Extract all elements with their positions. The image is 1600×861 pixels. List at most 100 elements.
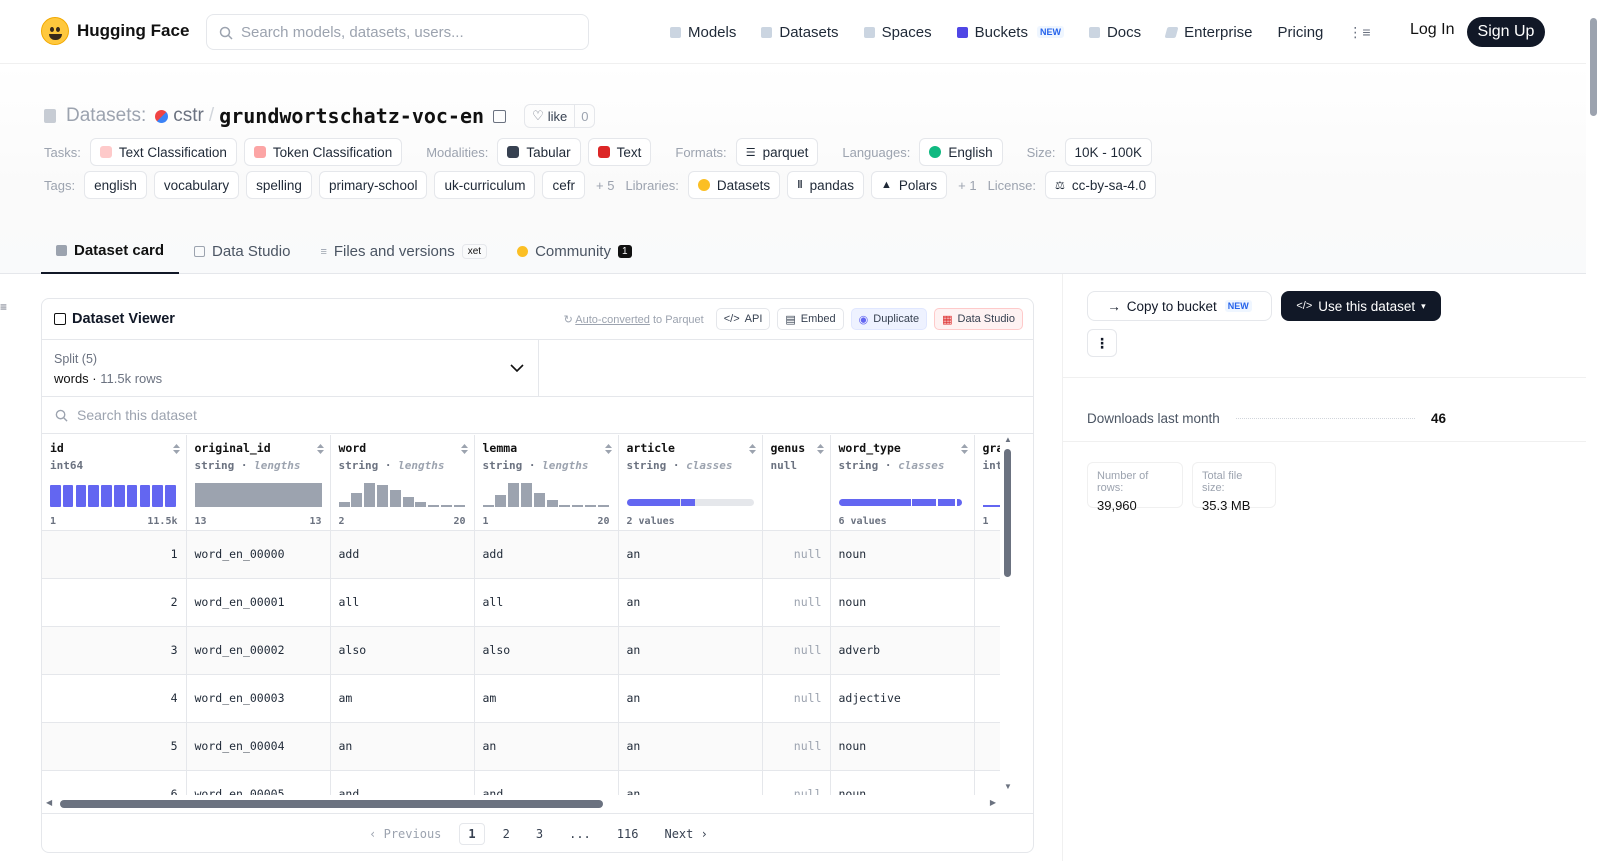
table-cell[interactable]: null	[762, 770, 831, 795]
nav-enterprise[interactable]: Enterprise	[1164, 24, 1253, 41]
table-cell[interactable]: an	[474, 722, 619, 771]
table-cell[interactable]: noun	[830, 722, 975, 771]
library-chip[interactable]: ▲ Polars	[870, 171, 948, 199]
table-cell[interactable]: 4	[42, 674, 187, 723]
table-cell[interactable]: null	[762, 626, 831, 675]
tab-files[interactable]: ≡ Files and versions xet	[305, 229, 502, 274]
use-dataset-button[interactable]: </> Use this dataset ▾	[1281, 291, 1441, 321]
column-header[interactable]: article string · classes 2 values	[618, 435, 763, 531]
api-button[interactable]: </> API	[715, 308, 771, 330]
table-cell[interactable]: word_en_00001	[186, 578, 331, 627]
table-cell[interactable]: and	[474, 770, 619, 795]
table-cell[interactable]: noun	[830, 578, 975, 627]
more-options-button[interactable]: ⋮	[1087, 329, 1117, 357]
sort-icon[interactable]	[172, 444, 180, 454]
table-cell[interactable]: add	[330, 530, 475, 579]
nav-pricing[interactable]: Pricing	[1278, 24, 1324, 41]
table-cell[interactable]: 2	[42, 578, 187, 627]
table-cell[interactable]: and	[330, 770, 475, 795]
table-cell[interactable]	[974, 530, 1000, 579]
like-button[interactable]: ♡ like 0	[524, 104, 596, 128]
table-cell[interactable]: add	[474, 530, 619, 579]
table-cell[interactable]: an	[618, 722, 763, 771]
page-button[interactable]: 2	[495, 824, 518, 844]
table-cell[interactable]: 5	[42, 722, 187, 771]
table-cell[interactable]: null	[762, 722, 831, 771]
table-cell[interactable]	[974, 770, 1000, 795]
repo-name[interactable]: grundwortschatz-voc-en	[219, 104, 484, 128]
modality-chip[interactable]: Tabular	[497, 138, 581, 166]
size-chip[interactable]: 10K - 100K	[1064, 138, 1153, 166]
tag-chip[interactable]: vocabulary	[153, 171, 240, 199]
scroll-down-icon[interactable]: ▼	[1004, 782, 1012, 791]
next-page-button[interactable]: Next ›	[656, 824, 715, 844]
table-cell[interactable]: am	[474, 674, 619, 723]
table-cell[interactable]: an	[618, 674, 763, 723]
table-cell[interactable]: word_en_00000	[186, 530, 331, 579]
nav-models[interactable]: Models	[670, 24, 736, 41]
auto-converted-link[interactable]: Auto-converted	[575, 314, 650, 326]
task-chip[interactable]: Text Classification	[89, 138, 237, 166]
embed-button[interactable]: ▤ Embed	[777, 308, 844, 330]
table-cell[interactable]: all	[330, 578, 475, 627]
vertical-scrollbar[interactable]: ▲ ▼	[1001, 435, 1015, 795]
vertical-scroll-thumb[interactable]	[1004, 449, 1011, 577]
login-link[interactable]: Log In	[1410, 21, 1454, 39]
sort-icon[interactable]	[816, 444, 824, 454]
column-header[interactable]: genus null	[762, 435, 831, 531]
table-cell[interactable]	[974, 578, 1000, 627]
sort-icon[interactable]	[460, 444, 468, 454]
page-scrollbar[interactable]	[1586, 0, 1600, 861]
tab-community[interactable]: Community 1	[502, 229, 646, 274]
org-link[interactable]: cstr	[173, 105, 204, 127]
modality-chip[interactable]: Text	[587, 138, 652, 166]
table-cell[interactable]: null	[762, 530, 831, 579]
horizontal-scrollbar[interactable]: ◀ ▶	[42, 795, 1000, 813]
table-cell[interactable]	[974, 626, 1000, 675]
duplicate-button[interactable]: ◉ Duplicate	[850, 308, 928, 330]
column-header[interactable]: word_type string · classes 6 values	[830, 435, 975, 531]
nav-buckets[interactable]: Buckets NEW	[956, 24, 1064, 41]
table-cell[interactable]: null	[762, 578, 831, 627]
sidebar-toggle-icon[interactable]: ≡	[0, 300, 7, 314]
column-header[interactable]: id int64 1 11.5k	[42, 435, 187, 531]
brand-logo[interactable]: Hugging Face	[41, 17, 189, 45]
page-button[interactable]: 1	[459, 823, 485, 845]
table-cell[interactable]	[974, 722, 1000, 771]
table-cell[interactable]: noun	[830, 770, 975, 795]
global-search-input[interactable]	[241, 23, 588, 41]
license-chip[interactable]: ⚖ cc-by-sa-4.0	[1044, 171, 1157, 199]
column-header[interactable]: original_id string · lengths 13 13	[186, 435, 331, 531]
table-cell[interactable]: word_en_00002	[186, 626, 331, 675]
horizontal-scroll-thumb[interactable]	[60, 800, 603, 808]
sort-icon[interactable]	[748, 444, 756, 454]
tag-chip[interactable]: uk-curriculum	[434, 171, 536, 199]
table-cell[interactable]: 1	[42, 530, 187, 579]
table-cell[interactable]: also	[474, 626, 619, 675]
more-menu-icon[interactable]: ⋮≡	[1348, 24, 1370, 41]
table-cell[interactable]	[974, 674, 1000, 723]
tag-chip[interactable]: spelling	[246, 171, 312, 199]
tag-chip[interactable]: english	[84, 171, 147, 199]
copy-to-bucket-button[interactable]: → Copy to bucket NEW	[1087, 291, 1272, 321]
scroll-up-icon[interactable]: ▲	[1004, 435, 1012, 444]
language-chip[interactable]: English	[919, 138, 1003, 166]
table-cell[interactable]: an	[618, 770, 763, 795]
table-cell[interactable]: am	[330, 674, 475, 723]
library-chip[interactable]: Datasets	[687, 171, 781, 199]
format-chip[interactable]: ☰ parquet	[735, 138, 819, 166]
table-cell[interactable]: also	[330, 626, 475, 675]
library-chip[interactable]: ‖ pandas	[787, 171, 864, 199]
sort-icon[interactable]	[316, 444, 324, 454]
table-cell[interactable]: an	[330, 722, 475, 771]
nav-spaces[interactable]: Spaces	[863, 24, 932, 41]
split-dropdown[interactable]: Split (5) words · 11.5k rows	[42, 340, 539, 396]
table-cell[interactable]: 3	[42, 626, 187, 675]
signup-button[interactable]: Sign Up	[1467, 17, 1545, 47]
column-header[interactable]: lemma string · lengths 1 20	[474, 435, 619, 531]
dataset-search[interactable]	[42, 397, 1033, 434]
dataset-search-input[interactable]	[77, 407, 1033, 423]
data-studio-button[interactable]: ▦ Data Studio	[934, 308, 1023, 330]
nav-docs[interactable]: Docs	[1088, 24, 1141, 41]
table-cell[interactable]: all	[474, 578, 619, 627]
